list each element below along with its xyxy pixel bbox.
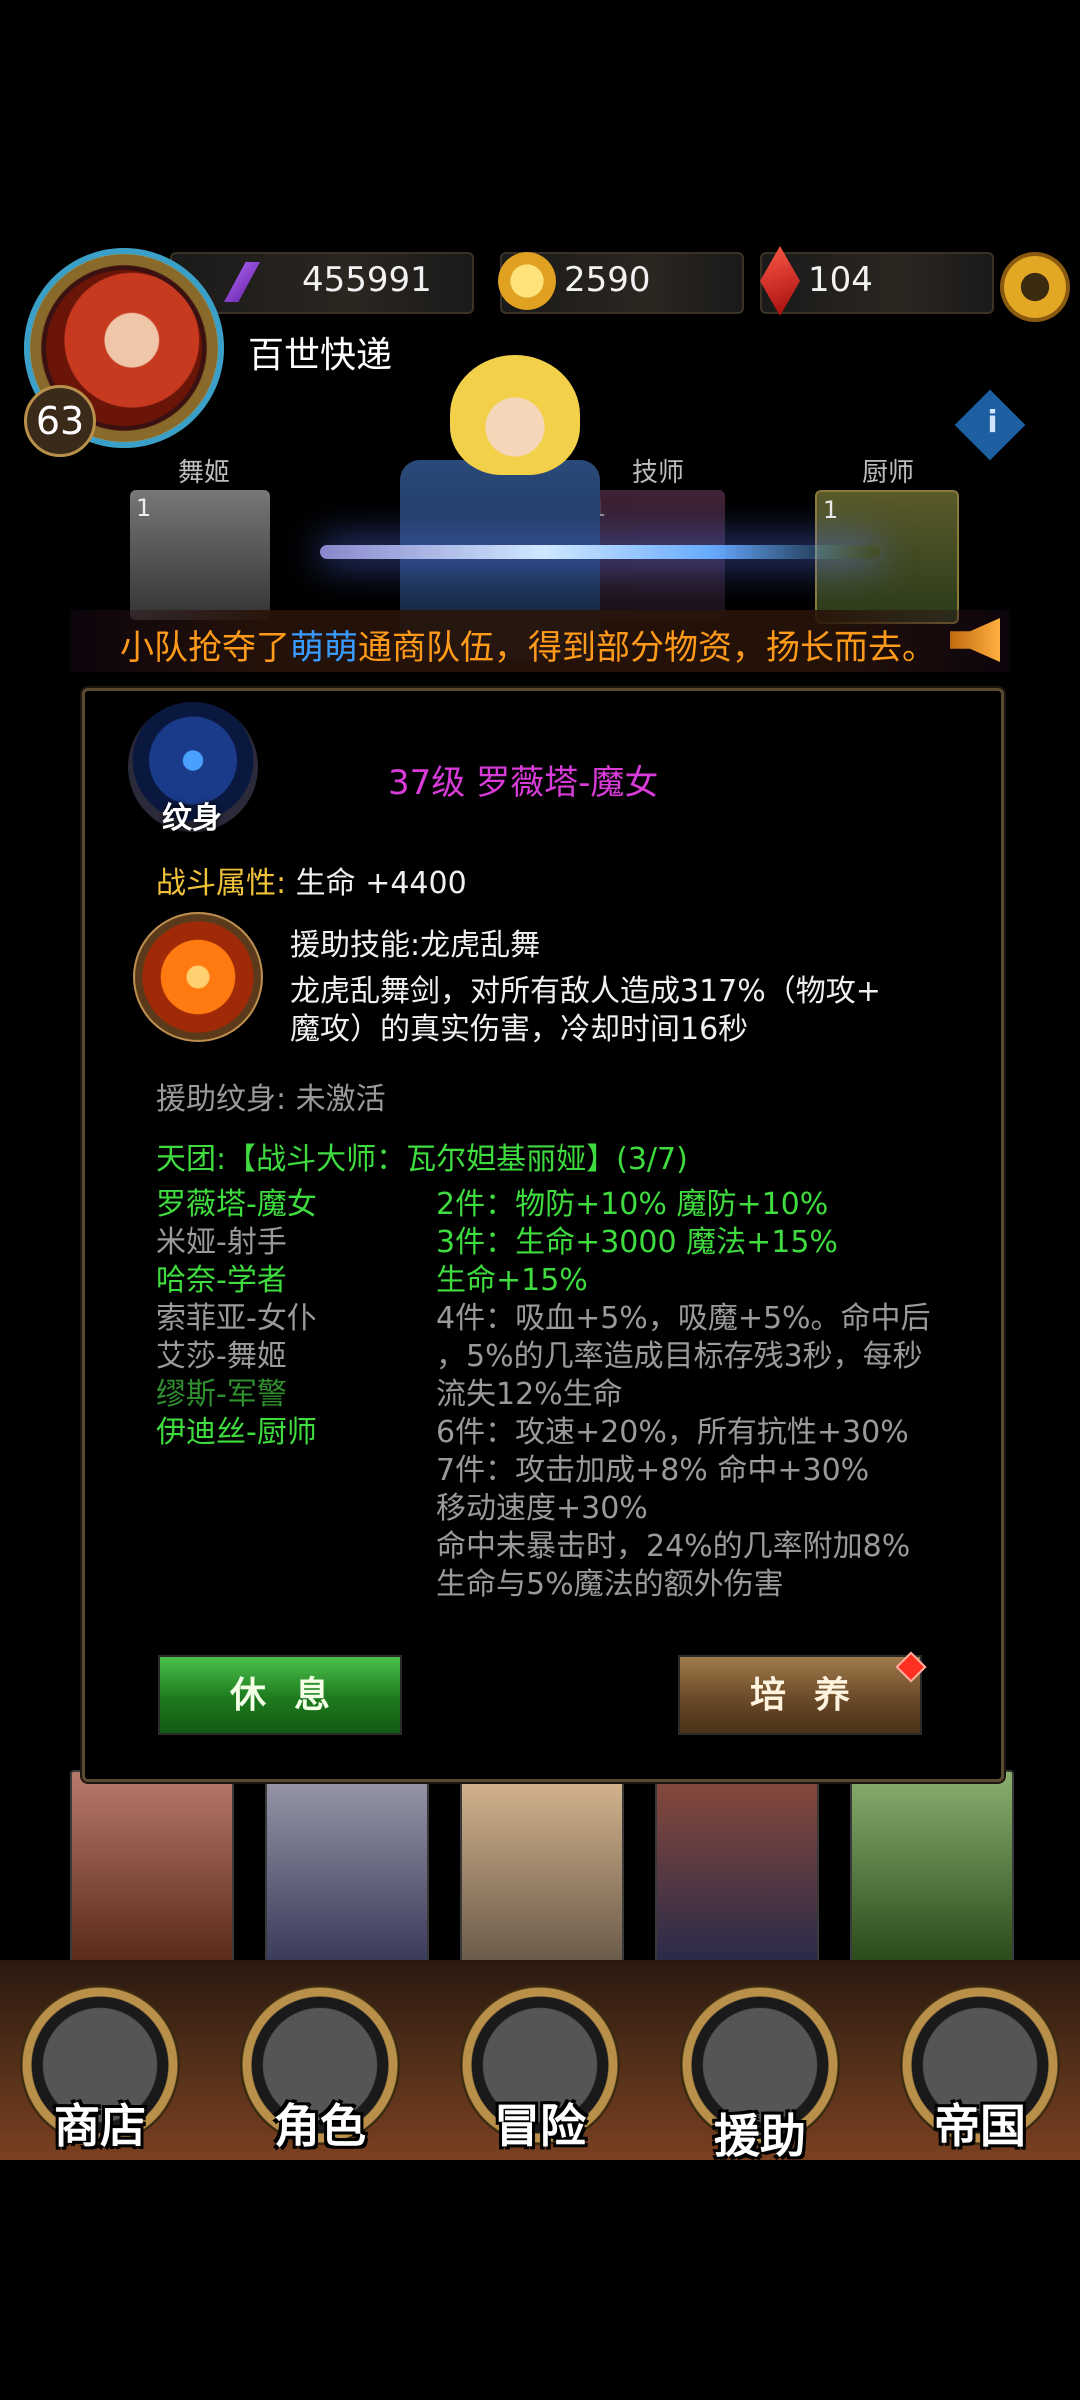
assist-skill-row: 援助技能:龙虎乱舞 [290,920,540,964]
info-icon[interactable]: i [954,389,1026,461]
gear-icon[interactable] [1000,252,1070,322]
slot-label-dancer: 舞姬 [178,458,231,488]
red-gem-icon [760,246,800,316]
nav-shop-label[interactable]: 商店 [5,2090,195,2156]
assist-tattoo-row: 援助纹身: 未激活 [156,1074,386,1118]
battle-attr-label: 战斗属性: [156,866,287,901]
player-name: 百世快递 [248,335,393,376]
team-member: 哈奈-学者 [156,1263,287,1298]
hero-title: 37级 罗薇塔-魔女 [388,763,659,803]
assist-tattoo-label: 援助纹身: [156,1082,287,1117]
news-text-highlight: 萌萌 [290,628,358,668]
hero-card[interactable]: 1魔女 [655,1770,819,1990]
team-bonus: 生命+15% [436,1263,588,1298]
team-bonus: 4件：吸血+5%，吸魔+5%。命中后 [436,1301,931,1336]
slot-count: 1 [136,494,152,522]
team-bonus: 命中未暴击时，24%的几率附加8% [436,1529,911,1564]
news-text-part1: 小队抢夺了 [120,628,290,668]
news-ticker-text: 小队抢夺了萌萌通商队伍，得到部分物资，扬长而去。 [120,620,936,669]
battle-attribute-row: 战斗属性: 生命 +4400 [156,858,467,902]
team-member: 索菲亚-女仆 [156,1301,317,1336]
nav-role-label[interactable]: 角色 [225,2090,415,2156]
energy-value: 455991 [302,260,432,300]
slot-label-technician: 技师 [632,458,685,488]
energy-icon [224,262,260,302]
team-bonus-list: 2件：物防+10% 魔防+10% 3件：生命+3000 魔法+15% 生命+15… [436,1186,931,1604]
team-label: 天团: [156,1142,227,1177]
gold-coin-icon [498,252,556,310]
team-bonus: 3件：生命+3000 魔法+15% [436,1225,838,1260]
team-member: 米娅-射手 [156,1225,287,1260]
team-member: 艾莎-舞姬 [156,1339,287,1374]
energy-pill[interactable]: 455991 [170,252,474,314]
hero-card[interactable]: 15射手 [850,1770,1014,1990]
team-bonus: 2件：物防+10% 魔防+10% [436,1187,829,1222]
assist-skill-desc-2: 魔攻）的真实伤害，冷却时间16秒 [290,1012,749,1047]
team-bonus: 生命与5%魔法的额外伤害 [436,1567,784,1602]
hero-character-head [450,355,580,475]
assist-skill-name: 龙虎乱舞 [420,928,541,963]
hero-sword [320,545,880,559]
player-level-badge: 63 [24,385,96,457]
hero-card[interactable]: 1勇者 [70,1770,234,1990]
nav-assist-label[interactable]: 援助 [665,2100,855,2166]
team-name: 【战斗大师：瓦尔妲基丽娅】(3/7) [226,1142,688,1177]
assist-tattoo-value: 未激活 [295,1082,386,1117]
fire-tiger-skill-icon[interactable] [133,912,263,1042]
team-bonus: 流失12%生命 [436,1377,623,1412]
rest-button[interactable]: 休息 [158,1655,402,1735]
tattoo-label: 纹身 [162,801,222,836]
team-member-list: 罗薇塔-魔女 米娅-射手 哈奈-学者 索菲亚-女仆 艾莎-舞姬 缪斯-军警 伊迪… [156,1186,317,1452]
team-row: 天团:【战斗大师：瓦尔妲基丽娅】(3/7) [156,1134,688,1178]
team-bonus: 7件：攻击加成+8% 命中+30% [436,1453,870,1488]
gem-value: 104 [808,260,873,300]
gem-pill[interactable]: 104 [760,246,994,316]
train-button[interactable]: 培养 [678,1655,922,1735]
slot-count: 1 [823,496,839,524]
gold-pill[interactable]: 2590 [498,252,744,314]
slot-label-chef: 厨师 [862,458,915,488]
hero-card[interactable]: 1魔女 [265,1770,429,1990]
team-member: 缪斯-军警 [156,1377,287,1412]
team-bonus: 移动速度+30% [436,1491,648,1526]
nav-adventure-label[interactable]: 冒险 [445,2090,635,2156]
team-slot-dancer[interactable]: 1 [130,490,270,620]
team-member: 伊迪丝-厨师 [156,1415,317,1450]
team-bonus: ，5%的几率造成目标存残3秒，每秒 [436,1339,923,1374]
team-bonus: 6件：攻速+20%，所有抗性+30% [436,1415,909,1450]
assist-skill-label: 援助技能: [290,928,421,963]
team-member: 罗薇塔-魔女 [156,1187,317,1222]
news-text-part2: 通商队伍，得到部分物资，扬长而去。 [358,628,936,668]
gold-value: 2590 [564,260,651,300]
hero-card[interactable]: 8魔女 [460,1770,624,1990]
battle-attr-value: 生命 +4400 [295,866,467,901]
nav-empire-label[interactable]: 帝国 [885,2090,1075,2156]
